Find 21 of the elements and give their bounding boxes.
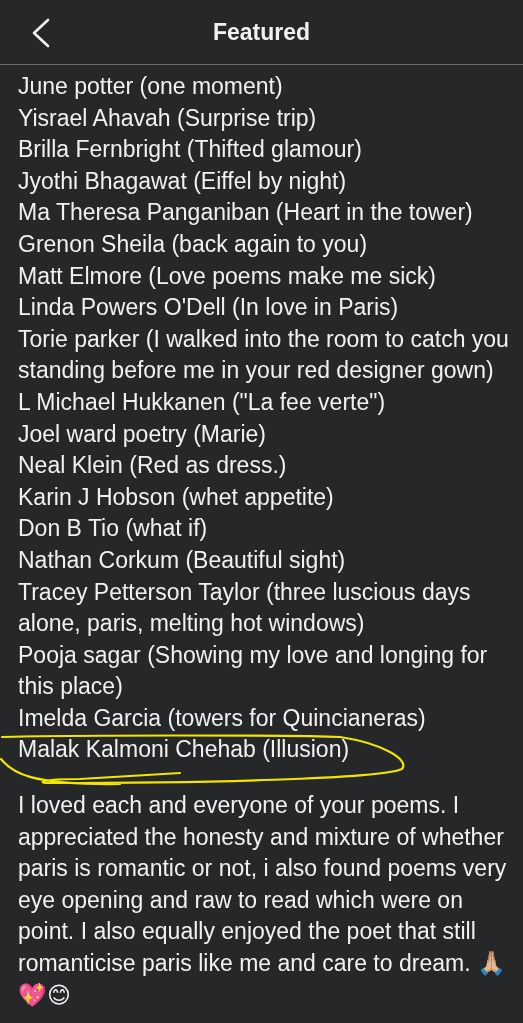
poem-entry: Pooja sagar (Showing my love and longing for this place) xyxy=(18,641,488,700)
poem-entry: Tracey Petterson Taylor (three luscious days alone, paris, melting hot windows) xyxy=(18,578,471,637)
page-title: Featured xyxy=(212,18,311,46)
poem-entry: Malak Kalmoni Chehab (Illusion) xyxy=(18,736,350,763)
poem-entry: Brilla Fernbright (Thifted glamour) xyxy=(18,136,362,163)
poem-entry: Nathan Corkum (Beautiful sight) xyxy=(18,546,346,573)
poem-entry: L Michael Hukkanen ("La fee verte") xyxy=(18,388,386,415)
poem-entry: Matt Elmore (Love poems make me sick) xyxy=(18,262,436,289)
comment-text: I loved each and everyone of your poems. I appreciated the honesty and mixture of whether paris is romantic or not, i also found poems very eye opening and raw to read which were on point. I also equally enjoyed the poet that still romanticise paris like me and care to dream. 🙏🏼💖😊 xyxy=(17,791,508,1010)
poem-entry: Don B Tio (what if) xyxy=(18,515,208,542)
poem-entry: Jyothi Bhagawat (Eiffel by night) xyxy=(18,167,347,194)
poem-entry: Ma Theresa Panganiban (Heart in the tower) xyxy=(18,199,473,226)
poem-entry: Karin J Hobson (whet appetite) xyxy=(18,483,334,510)
poem-entry: Joel ward poetry (Marie) xyxy=(18,420,266,447)
poem-entry: Neal Klein (Red as dress.) xyxy=(18,452,287,479)
poem-entry: June potter (one moment) xyxy=(18,73,283,99)
poem-entry: Torie parker (I walked into the room to catch you standing before me in your red designer gown) xyxy=(18,325,509,384)
poem-entry: Linda Powers O'Dell (In love in Paris) xyxy=(18,294,399,321)
poem-entry: Yisrael Ahavah (Surprise trip) xyxy=(18,104,317,131)
poem-entry: Grenon Sheila (back again to you) xyxy=(18,230,368,257)
poem-entry: Imelda Garcia (towers for Quincianeras) xyxy=(18,704,426,731)
